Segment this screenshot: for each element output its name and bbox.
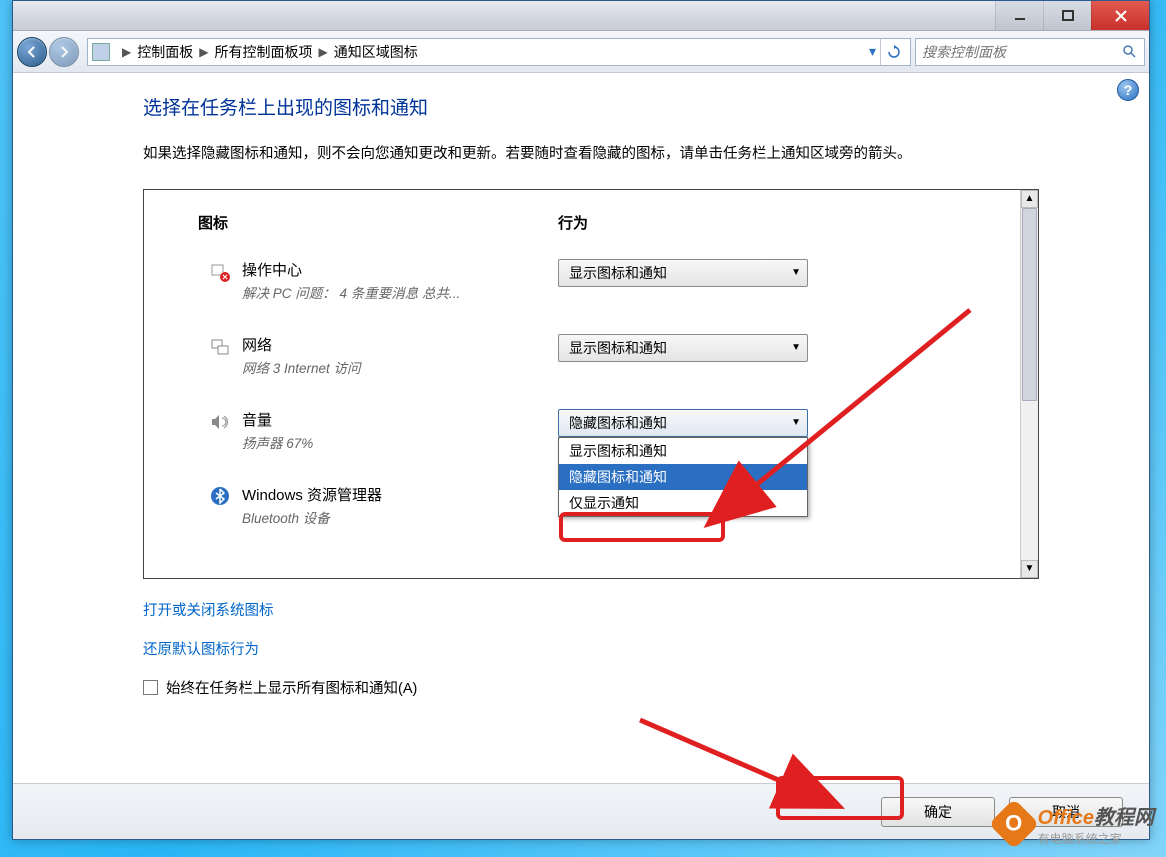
close-button[interactable] xyxy=(1091,1,1149,30)
table-row: 网络 网络 3 Internet 访问 显示图标和通知 ▼ xyxy=(198,334,984,377)
row-title: Windows 资源管理器 xyxy=(242,484,558,505)
volume-icon xyxy=(198,409,242,433)
chevron-down-icon: ▼ xyxy=(791,342,801,353)
network-icon xyxy=(198,334,242,358)
search-box[interactable] xyxy=(915,38,1145,66)
behavior-dropdown[interactable]: 显示图标和通知 ▼ xyxy=(558,334,808,362)
table-row: 音量 扬声器 67% 隐藏图标和通知 ▼ 显示图标和通知 隐藏图标和通知 仅显示… xyxy=(198,409,984,452)
search-icon xyxy=(1122,44,1138,60)
row-subtitle: 解决 PC 问题： 4 条重要消息 总共... xyxy=(242,282,558,302)
search-input[interactable] xyxy=(922,44,1112,60)
scrollbar[interactable]: ▲ ▼ xyxy=(1020,190,1038,578)
maximize-button[interactable] xyxy=(1043,1,1091,30)
row-title: 操作中心 xyxy=(242,259,558,280)
forward-button[interactable] xyxy=(49,37,79,67)
watermark-badge-icon: O xyxy=(988,799,1039,850)
control-panel-window: ▶ 控制面板 ▶ 所有控制面板项 ▶ 通知区域图标 ▾ ? 选择在任务栏上出现的… xyxy=(12,0,1150,840)
toggle-system-icons-link[interactable]: 打开或关闭系统图标 xyxy=(143,599,1039,620)
dropdown-option[interactable]: 显示图标和通知 xyxy=(559,438,807,464)
dialog-footer: 确定 取消 xyxy=(13,783,1149,839)
dropdown-arrow-icon[interactable]: ▾ xyxy=(869,43,876,60)
address-bar: ▶ 控制面板 ▶ 所有控制面板项 ▶ 通知区域图标 ▾ xyxy=(13,31,1149,73)
refresh-button[interactable] xyxy=(880,39,906,65)
behavior-dropdown[interactable]: 隐藏图标和通知 ▼ xyxy=(558,409,808,437)
action-center-icon xyxy=(198,259,242,283)
table-row: 操作中心 解决 PC 问题： 4 条重要消息 总共... 显示图标和通知 ▼ xyxy=(198,259,984,302)
scroll-up-button[interactable]: ▲ xyxy=(1021,190,1038,208)
content-area: ? 选择在任务栏上出现的图标和通知 如果选择隐藏图标和通知，则不会向您通知更改和… xyxy=(13,73,1149,779)
titlebar xyxy=(13,1,1149,31)
dropdown-option[interactable]: 仅显示通知 xyxy=(559,490,807,516)
chevron-right-icon: ▶ xyxy=(199,45,208,59)
dropdown-option[interactable]: 隐藏图标和通知 xyxy=(559,464,807,490)
column-header-behaviors: 行为 xyxy=(558,212,984,233)
ok-button[interactable]: 确定 xyxy=(881,797,995,827)
breadcrumb-item[interactable]: 控制面板 xyxy=(137,42,193,62)
restore-defaults-link[interactable]: 还原默认图标行为 xyxy=(143,638,1039,659)
chevron-right-icon: ▶ xyxy=(318,45,327,59)
always-show-checkbox[interactable] xyxy=(143,680,158,695)
behavior-dropdown[interactable]: 显示图标和通知 ▼ xyxy=(558,259,808,287)
checkbox-label: 始终在任务栏上显示所有图标和通知(A) xyxy=(166,677,417,698)
help-icon[interactable]: ? xyxy=(1117,79,1139,101)
row-subtitle: Bluetooth 设备 xyxy=(242,507,558,527)
row-subtitle: 扬声器 67% xyxy=(242,432,558,452)
back-button[interactable] xyxy=(17,37,47,67)
breadcrumb[interactable]: ▶ 控制面板 ▶ 所有控制面板项 ▶ 通知区域图标 ▾ xyxy=(87,38,911,66)
chevron-right-icon: ▶ xyxy=(122,45,131,59)
row-title: 网络 xyxy=(242,334,558,355)
chevron-down-icon: ▼ xyxy=(791,417,801,428)
page-description: 如果选择隐藏图标和通知，则不会向您通知更改和更新。若要随时查看隐藏的图标，请单击… xyxy=(143,142,1039,167)
location-icon xyxy=(92,43,110,61)
watermark: O Office教程网 有电脑系统之家 xyxy=(996,801,1154,847)
page-title: 选择在任务栏上出现的图标和通知 xyxy=(143,93,1039,120)
breadcrumb-item[interactable]: 所有控制面板项 xyxy=(214,42,312,62)
row-subtitle: 网络 3 Internet 访问 xyxy=(242,357,558,377)
scroll-down-button[interactable]: ▼ xyxy=(1021,560,1038,578)
chevron-down-icon: ▼ xyxy=(791,267,801,278)
minimize-button[interactable] xyxy=(995,1,1043,30)
dropdown-list: 显示图标和通知 隐藏图标和通知 仅显示通知 xyxy=(558,437,808,517)
breadcrumb-item[interactable]: 通知区域图标 xyxy=(334,42,418,62)
bluetooth-icon xyxy=(198,484,242,506)
column-header-icons: 图标 xyxy=(198,212,558,233)
row-title: 音量 xyxy=(242,409,558,430)
scroll-thumb[interactable] xyxy=(1022,208,1037,402)
icon-table: 图标 行为 操作中心 解决 PC 问题： 4 条重要消息 总共... 显示图标和… xyxy=(143,189,1039,579)
